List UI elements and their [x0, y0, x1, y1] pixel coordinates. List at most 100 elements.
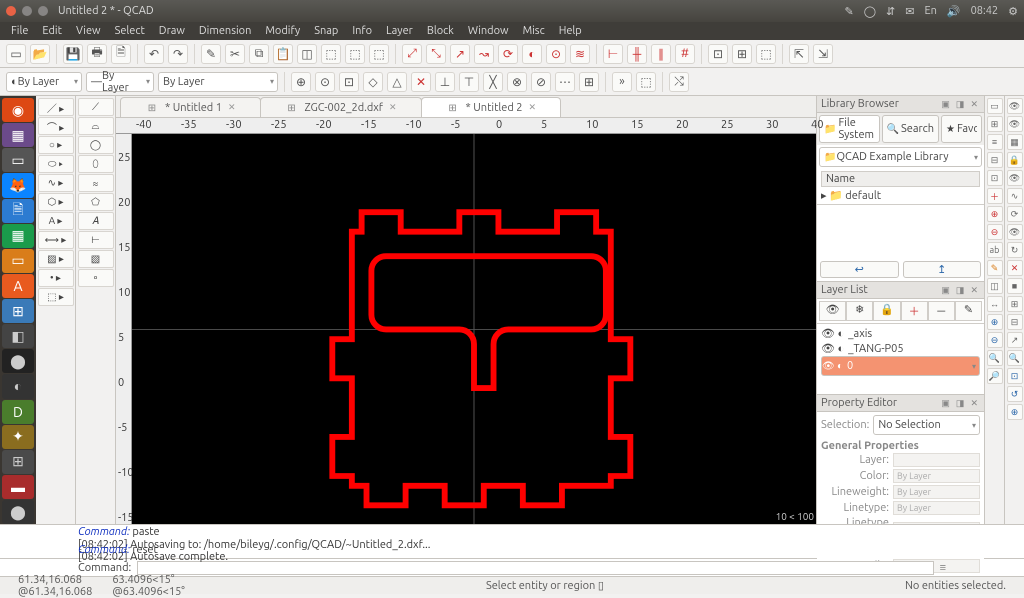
prop-value[interactable]: [893, 453, 980, 467]
tool-icon[interactable]: ∘: [78, 269, 114, 287]
tool-icon[interactable]: ⤢: [402, 44, 422, 64]
tool-spline-icon[interactable]: ∿ ▸: [38, 174, 74, 192]
rtool-icon[interactable]: ⊞: [987, 116, 1003, 132]
tool-icon[interactable]: ⊞: [732, 44, 752, 64]
tool-icon[interactable]: ⊢: [78, 231, 114, 249]
launcher-item[interactable]: ▬: [2, 475, 34, 499]
launcher-item[interactable]: ◐: [2, 374, 34, 398]
tool-icon[interactable]: ⇱: [789, 44, 809, 64]
menu-draw[interactable]: Draw: [154, 24, 190, 38]
launcher-item[interactable]: ⬤: [2, 349, 34, 373]
rtool-icon[interactable]: 👁: [1007, 116, 1023, 132]
tool-poly-icon[interactable]: ⬡ ▸: [38, 193, 74, 211]
prop-value[interactable]: By Layer: [893, 485, 980, 499]
tool-text-icon[interactable]: A ▸: [38, 212, 74, 230]
layer-select[interactable]: ◐ By Layer: [6, 72, 82, 92]
snap-icon[interactable]: ⊕: [291, 72, 311, 92]
lineweight-select[interactable]: — By Layer: [86, 72, 154, 92]
new-icon[interactable]: ▭: [6, 44, 26, 64]
rtool-icon[interactable]: ⟳: [1007, 206, 1023, 222]
lib-tab-fav[interactable]: ★ Favorites: [941, 115, 982, 143]
close-tab-icon[interactable]: ✕: [389, 102, 397, 113]
props-selection[interactable]: No Selection: [873, 415, 980, 435]
rtool-icon[interactable]: 👁: [1007, 98, 1023, 114]
snap-icon[interactable]: ⊥: [435, 72, 455, 92]
layer-row[interactable]: 👁 ◐ 0: [821, 356, 980, 376]
rtool-icon[interactable]: ↻: [1007, 242, 1023, 258]
tool-icon[interactable]: ∥: [651, 44, 671, 64]
rtool-icon[interactable]: ⊕: [987, 314, 1003, 330]
rtool-icon[interactable]: ⊕: [987, 206, 1003, 222]
menu-block[interactable]: Block: [422, 24, 459, 38]
menu-help[interactable]: Help: [554, 24, 587, 38]
rtool-icon[interactable]: ＋: [987, 188, 1003, 204]
pdf-icon[interactable]: 🗎: [111, 44, 131, 64]
menu-snap[interactable]: Snap: [309, 24, 343, 38]
tool-icon[interactable]: ◫: [297, 44, 317, 64]
layer-show-icon[interactable]: 👁: [819, 301, 846, 321]
rtool-icon[interactable]: ⊟: [1007, 314, 1023, 330]
snap-icon[interactable]: △: [387, 72, 407, 92]
tool-dim-icon[interactable]: ⟷ ▸: [38, 231, 74, 249]
layer-del-icon[interactable]: －: [928, 301, 955, 321]
launcher-item[interactable]: ⊞: [2, 450, 34, 474]
tool-icon[interactable]: ◯: [78, 136, 114, 154]
menu-file[interactable]: File: [6, 24, 33, 38]
tool-icon[interactable]: ◐: [522, 44, 542, 64]
open-icon[interactable]: 📂: [30, 44, 50, 64]
menu-misc[interactable]: Misc: [518, 24, 550, 38]
tool-icon[interactable]: ⇲: [813, 44, 833, 64]
snap-icon[interactable]: »: [612, 72, 632, 92]
launcher-item[interactable]: ▦: [2, 123, 34, 147]
rtool-icon[interactable]: ⊡: [987, 170, 1003, 186]
undo-icon[interactable]: ↶: [144, 44, 164, 64]
snap-icon[interactable]: ⤭: [669, 72, 689, 92]
rtool-icon[interactable]: 🔍: [1007, 350, 1023, 366]
rtool-icon[interactable]: ab: [987, 242, 1003, 258]
layer-lock-icon[interactable]: 🔒: [873, 301, 900, 321]
tool-icon[interactable]: ≋: [570, 44, 590, 64]
menu-info[interactable]: Info: [347, 24, 377, 38]
rtool-icon[interactable]: ⊖: [987, 224, 1003, 240]
layer-row[interactable]: 👁 ◐ _axis: [821, 326, 980, 341]
rtool-icon[interactable]: ≡: [987, 134, 1003, 150]
minimize-icon[interactable]: [22, 6, 32, 16]
rtool-icon[interactable]: ■: [1007, 278, 1023, 294]
tray-icon[interactable]: ◯: [864, 5, 876, 18]
tool-icon[interactable]: ⟳: [498, 44, 518, 64]
tool-icon[interactable]: ⬚: [345, 44, 365, 64]
launcher-item[interactable]: ◧: [2, 324, 34, 348]
tool-icon[interactable]: 𝐴: [78, 212, 114, 230]
tool-icon[interactable]: ⤡: [426, 44, 446, 64]
rtool-icon[interactable]: ✎: [987, 260, 1003, 276]
tool-icon[interactable]: ⌓: [78, 117, 114, 135]
lib-col-name[interactable]: Name: [821, 171, 980, 187]
rtool-icon[interactable]: ⊞: [1007, 296, 1023, 312]
edit-icon[interactable]: ✎: [201, 44, 221, 64]
launcher-item[interactable]: 🗎: [2, 199, 34, 223]
layer-edit-icon[interactable]: ✎: [955, 301, 982, 321]
snap-icon[interactable]: ⊗: [507, 72, 527, 92]
tool-ellipse-icon[interactable]: ⬭ ▸: [38, 155, 74, 173]
paste-icon[interactable]: 📋: [273, 44, 293, 64]
snap-icon[interactable]: ⋯: [555, 72, 575, 92]
launcher-item[interactable]: ⊞: [2, 299, 34, 323]
print-icon[interactable]: 🖶: [87, 44, 107, 64]
tool-icon[interactable]: ↗: [450, 44, 470, 64]
rtool-icon[interactable]: 🔎: [987, 368, 1003, 384]
menu-layer[interactable]: Layer: [381, 24, 418, 38]
tool-arc-icon[interactable]: ⌒ ▸: [38, 117, 74, 135]
tool-hatch-icon[interactable]: ▨ ▸: [38, 250, 74, 268]
snap-icon[interactable]: ╳: [483, 72, 503, 92]
tab-untitled1[interactable]: ⊞* Untitled 1✕: [120, 97, 261, 117]
linetype-select[interactable]: By Layer: [158, 72, 278, 92]
launcher-item[interactable]: 🦊: [2, 173, 34, 197]
tool-line-icon[interactable]: ／ ▸: [38, 98, 74, 116]
close-tab-icon[interactable]: ✕: [228, 102, 236, 113]
copy-icon[interactable]: ⧉: [249, 44, 269, 64]
snap-icon[interactable]: ◇: [363, 72, 383, 92]
lang-indicator[interactable]: En: [924, 5, 936, 17]
launcher-item[interactable]: ✦: [2, 425, 34, 449]
rtool-icon[interactable]: 🔒: [1007, 152, 1023, 168]
launcher-item[interactable]: ⬤: [2, 500, 34, 524]
